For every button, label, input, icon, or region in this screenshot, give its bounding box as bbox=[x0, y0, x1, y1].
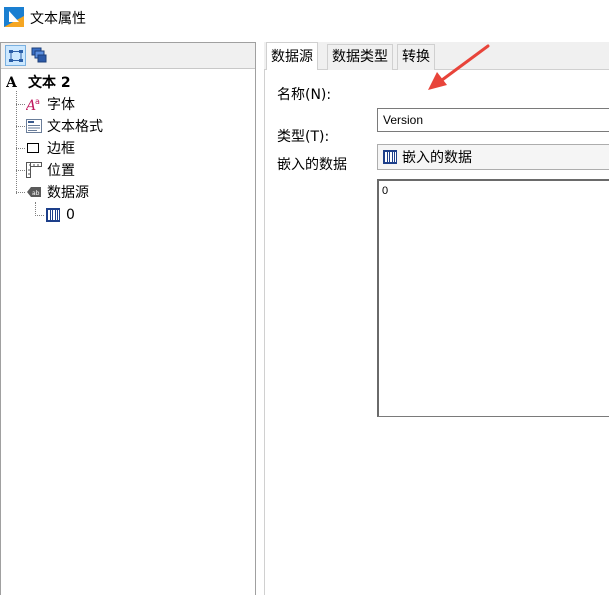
font-icon: A a bbox=[24, 96, 42, 114]
text-a-icon: A bbox=[5, 74, 18, 91]
tab-transform[interactable]: 转换 bbox=[397, 44, 435, 70]
embedded-data-label: 嵌入的数据 bbox=[277, 157, 347, 173]
tree-node-label: 边框 bbox=[47, 141, 75, 157]
tree-node-label: 文本格式 bbox=[47, 119, 103, 135]
data-source-tab-content: 名称(N): Version 类型(T): 嵌入的数据 嵌入的数据 0 bbox=[264, 70, 609, 595]
tree-node-text-format[interactable]: 文本格式 bbox=[26, 116, 103, 136]
tree-node-label: 字体 bbox=[47, 97, 75, 113]
title-bar: 文本属性 bbox=[0, 0, 609, 34]
property-tree: A 文本 2 A a 字体 文本格式 边框 位置 ab 数据源 0 bbox=[1, 70, 255, 590]
tab-strip: 数据源 数据类型 转换 bbox=[264, 42, 609, 71]
app-logo-icon bbox=[4, 7, 24, 27]
text-format-icon bbox=[26, 118, 42, 134]
tree-view-icon bbox=[9, 50, 23, 62]
tree-node-data-item[interactable]: 0 bbox=[45, 205, 75, 225]
tab-data-source[interactable]: 数据源 bbox=[266, 42, 318, 71]
tree-node-label: 文本 2 bbox=[28, 75, 71, 91]
type-dropdown[interactable]: 嵌入的数据 bbox=[377, 144, 609, 170]
svg-text:ab: ab bbox=[32, 190, 40, 197]
layers-button[interactable] bbox=[29, 45, 50, 66]
tree-node-label: 数据源 bbox=[47, 185, 89, 201]
embedded-data-icon bbox=[382, 149, 398, 165]
svg-text:a: a bbox=[35, 97, 40, 106]
tree-node-font[interactable]: A a 字体 bbox=[24, 94, 75, 114]
data-source-icon: ab bbox=[26, 184, 42, 200]
tree-node-data-source[interactable]: ab 数据源 bbox=[26, 182, 89, 202]
tree-node-position[interactable]: 位置 bbox=[26, 160, 75, 180]
tree-node-label: 位置 bbox=[47, 163, 75, 179]
position-ruler-icon bbox=[26, 162, 42, 178]
tree-toolbar bbox=[1, 43, 255, 69]
embedded-data-textarea[interactable]: 0 bbox=[377, 179, 609, 417]
tree-view-button[interactable] bbox=[5, 45, 26, 66]
embedded-data-icon bbox=[45, 207, 61, 223]
name-field[interactable]: Version bbox=[377, 108, 609, 132]
svg-text:A: A bbox=[6, 75, 18, 90]
name-label: 名称(N): bbox=[277, 87, 332, 103]
properties-tree-panel: A 文本 2 A a 字体 文本格式 边框 位置 ab 数据源 0 bbox=[0, 42, 256, 595]
layers-icon bbox=[31, 47, 47, 63]
properties-detail-panel: 数据源 数据类型 转换 名称(N): Version 类型(T): 嵌入的数据 … bbox=[264, 42, 609, 595]
tree-node-label: 0 bbox=[66, 207, 75, 223]
border-icon bbox=[26, 140, 42, 156]
type-value: 嵌入的数据 bbox=[402, 150, 472, 166]
type-label: 类型(T): bbox=[277, 129, 330, 145]
tab-data-type[interactable]: 数据类型 bbox=[327, 44, 393, 70]
tree-node-text2[interactable]: A 文本 2 bbox=[5, 72, 71, 92]
tree-node-border[interactable]: 边框 bbox=[26, 138, 75, 158]
window-title: 文本属性 bbox=[30, 11, 86, 27]
